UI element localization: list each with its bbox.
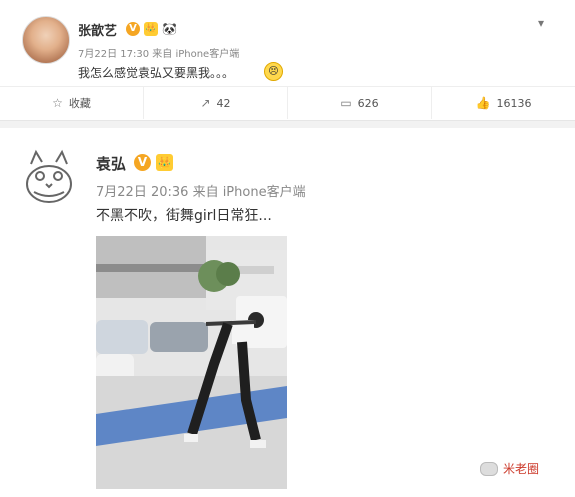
post-source: 来自 iPhone客户端	[192, 185, 306, 200]
crown-badge: 👑	[144, 22, 158, 36]
panda-badge: 🐼	[162, 22, 177, 36]
repost-count: 42	[216, 96, 231, 110]
comment-icon: ▭	[340, 96, 352, 110]
verified-badge: V	[126, 22, 140, 36]
badges: V 👑 🐼	[126, 22, 177, 36]
weibo-feed: 张歆艺 V 👑 🐼 7月22日 17:30 来自 iPhone客户端 我怎么感觉…	[0, 0, 575, 497]
action-bar: ☆ 收藏 ↗ 42 ▭ 626 👍 16136	[0, 86, 575, 119]
post-meta: 7月22日 20:36 来自 iPhone客户端	[96, 181, 306, 200]
star-icon: ☆	[52, 96, 63, 110]
post-time[interactable]: 7月22日 17:30	[78, 49, 149, 60]
post-photo[interactable]	[96, 236, 287, 489]
wechat-icon	[480, 461, 498, 476]
post-text: 我怎么感觉袁弘又要黑我。。。	[78, 66, 235, 80]
username[interactable]: 张歆艺	[78, 20, 117, 39]
avatar[interactable]	[22, 16, 70, 64]
thumbs-up-icon: 👍	[475, 96, 491, 110]
watermark: 米老圈	[480, 460, 539, 477]
post-card: 袁弘 V 👑 7月22日 20:36 来自 iPhone客户端 不黑不吹，街舞g…	[0, 128, 575, 497]
favorite-label: 收藏	[68, 97, 91, 110]
crown-badge: 👑	[156, 154, 173, 171]
username[interactable]: 袁弘	[96, 153, 126, 174]
like-count: 16136	[496, 96, 532, 110]
post-card: 张歆艺 V 👑 🐼 7月22日 17:30 来自 iPhone客户端 我怎么感觉…	[0, 0, 575, 121]
watermark-text: 米老圈	[503, 462, 540, 476]
comment-button[interactable]: ▭ 626	[288, 87, 432, 119]
emoji: 😣	[264, 62, 283, 81]
repost-button[interactable]: ↗ 42	[144, 87, 288, 119]
post-meta: 7月22日 17:30 来自 iPhone客户端	[78, 45, 239, 60]
chevron-down-icon[interactable]: ▾	[538, 16, 544, 30]
badges: V 👑	[134, 154, 173, 171]
post-source: 来自 iPhone客户端	[152, 49, 240, 60]
post-text: 不黑不吹，街舞girl日常狂...	[96, 208, 272, 224]
like-button[interactable]: 👍 16136	[432, 87, 575, 119]
post-time[interactable]: 7月22日 20:36	[96, 185, 188, 200]
share-icon: ↗	[200, 96, 211, 110]
verified-badge: V	[134, 154, 151, 171]
avatar[interactable]	[16, 144, 82, 210]
comment-count: 626	[357, 96, 379, 110]
favorite-button[interactable]: ☆ 收藏	[0, 87, 144, 119]
